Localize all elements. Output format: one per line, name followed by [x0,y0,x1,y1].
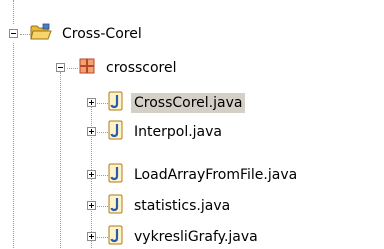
package-icon [78,57,96,79]
collapse-toggle-package[interactable] [56,63,65,72]
expand-toggle-crosscorel-java[interactable] [87,98,96,107]
tree-guide-line [60,72,61,248]
java-file-icon [108,194,124,218]
tree-guide-line [67,68,78,69]
file-name: vykresliGrafy.java [134,229,258,245]
tree-guide-line [97,103,108,104]
tree-item-file[interactable]: vykresliGrafy.java [108,225,261,249]
package-name: crosscorel [106,60,177,76]
file-name: CrossCorel.java [131,93,246,113]
tree-guide-line [97,132,108,133]
file-name: statistics.java [134,198,231,214]
tree-guide-line [13,0,14,24]
project-name: Cross-Corel [62,26,142,42]
java-file-icon [108,225,124,249]
tree-guide-line [97,206,108,207]
tree-guide-line [13,43,14,248]
project-folder-icon [30,23,52,45]
tree-item-file[interactable]: Interpol.java [108,120,225,144]
java-file-icon [108,91,124,115]
file-name: LoadArrayFromFile.java [134,167,298,183]
tree-guide-line [97,175,108,176]
expand-toggle-interpol-java[interactable] [87,127,96,136]
java-file-icon [108,120,124,144]
tree-item-file[interactable]: LoadArrayFromFile.java [108,163,300,187]
java-file-icon [108,163,124,187]
expand-toggle-vykresligrafy-java[interactable] [87,232,96,241]
tree-item-package[interactable]: crosscorel [78,57,180,79]
tree-guide-line [20,34,30,35]
collapse-toggle-project[interactable] [9,29,18,38]
project-explorer-tree: Cross-Corel crosscorel CrossCorel.java I… [0,0,384,248]
tree-item-project[interactable]: Cross-Corel [30,23,145,45]
tree-item-file[interactable]: statistics.java [108,194,233,218]
tree-item-file[interactable]: CrossCorel.java [108,91,246,115]
expand-toggle-loadarrayfromfile-java[interactable] [87,170,96,179]
expand-toggle-statistics-java[interactable] [87,201,96,210]
tree-guide-line [97,237,108,238]
file-name: Interpol.java [134,124,222,140]
